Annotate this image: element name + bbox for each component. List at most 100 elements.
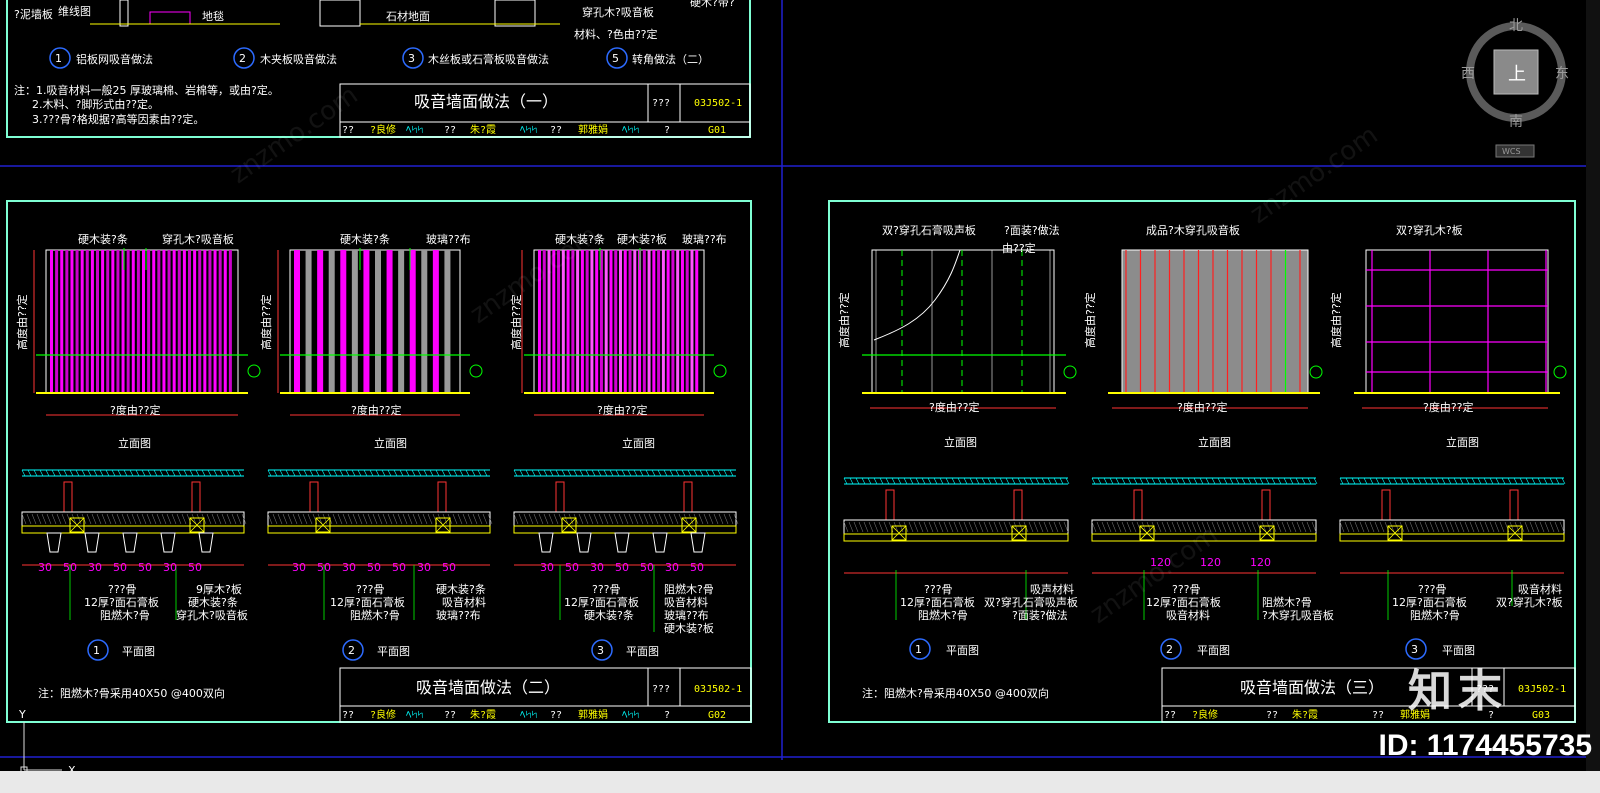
dimension-value: 120 [1150, 556, 1171, 569]
dimension-value: 50 [113, 561, 127, 574]
viewcube-south[interactable]: 南 [1509, 114, 1523, 130]
dimension-value: 120 [1250, 556, 1271, 569]
wall-strip [126, 250, 130, 393]
wall-strip [628, 250, 632, 393]
wall-strip [162, 250, 166, 393]
svg-text:转角做法（二）: 转角做法（二） [632, 52, 709, 66]
svg-text:木丝板或石膏板吸音做法: 木丝板或石膏板吸音做法 [428, 52, 549, 66]
svg-text:?良修: ?良修 [370, 123, 396, 136]
svg-text:硬木装?条: 硬木装?条 [584, 608, 634, 622]
label-top-2: 地毯 [202, 9, 224, 23]
board-layer [1339, 533, 1565, 542]
wall-strip [571, 250, 575, 393]
elev-label: 硬木装?板 [617, 232, 667, 246]
detail-callout: 5 转角做法（二） [606, 47, 709, 69]
svg-text:2: 2 [239, 52, 246, 65]
sheet-title: 吸音墙面做法（一） [414, 92, 558, 111]
wall-strip [208, 250, 212, 393]
svg-text:??: ?? [444, 710, 456, 721]
wall-strip [547, 250, 551, 393]
wall-strip [317, 250, 324, 393]
viewcube-west[interactable]: 西 [1461, 66, 1475, 82]
dimension-value: 30 [665, 561, 679, 574]
wall-strip [142, 250, 145, 393]
elev-label: ?面装?做法 [1004, 223, 1060, 237]
svg-text:ﾍ৸৸: ﾍ৸৸ [406, 708, 423, 721]
svg-text:?良修: ?良修 [1192, 708, 1218, 721]
svg-text:?良修: ?良修 [370, 708, 396, 721]
wall-strip [50, 250, 53, 393]
dimension-value: 50 [317, 561, 331, 574]
svg-text:铝板网吸音做法: 铝板网吸音做法 [76, 52, 153, 66]
height-label: 高度由??定 [1329, 292, 1343, 348]
sheet-title: 吸音墙面做法（二） [416, 678, 560, 697]
wall-strip [213, 250, 217, 393]
level-mark [247, 364, 261, 378]
viewcube-top-face[interactable]: 上 [1508, 64, 1526, 85]
wall-strip [590, 250, 594, 393]
elev-label: 硬木装?条 [78, 232, 128, 246]
wood-fin [84, 532, 100, 553]
height-label: 高度由??定 [15, 294, 29, 350]
wall-strip [604, 250, 608, 393]
viewcube-east[interactable]: 东 [1555, 66, 1569, 82]
svg-text:??: ?? [444, 125, 456, 136]
wall-strip [444, 250, 451, 393]
svg-text:Y: Y [18, 708, 26, 721]
svg-text:平面图: 平面图 [122, 645, 155, 658]
viewcube-north[interactable]: 北 [1509, 18, 1523, 34]
elevation-caption: 立面图 [622, 436, 655, 450]
elevation-caption: 立面图 [118, 436, 151, 450]
sheet-number: G01 [708, 125, 726, 136]
board-layer [513, 525, 737, 534]
label-top-5: 材料、?色由??定 [574, 27, 658, 41]
dimension-value: 30 [38, 561, 52, 574]
svg-text:硬木装?板: 硬木装?板 [664, 621, 714, 635]
svg-text:???骨: ???骨 [1418, 583, 1447, 596]
svg-text:?: ? [664, 125, 670, 136]
detail-callout: 2 木夹板吸音做法 [233, 47, 337, 69]
sheet-g03: 120 120 120 双?穿孔石膏吸声板 ?面装?做法 由??定 成品?木穿孔吸音… [828, 200, 1576, 723]
dimension-value: 50 [615, 561, 629, 574]
svg-text:平面图: 平面图 [377, 645, 410, 658]
wall-strip [661, 250, 665, 393]
svg-text:平面图: 平面图 [1197, 644, 1230, 657]
svg-text:???: ??? [652, 684, 670, 695]
elev-label: 成品?木穿孔吸音板 [1146, 223, 1240, 237]
wall-strip [432, 250, 439, 393]
viewcube[interactable]: 上 北 南 西 东 WCS [1461, 18, 1569, 158]
svg-text:吸音材料: 吸音材料 [1518, 582, 1562, 596]
steel-stud [309, 481, 319, 513]
detail-callout: 3 木丝板或石膏板吸音做法 [402, 47, 549, 69]
wood-fin [614, 532, 630, 553]
svg-text:平面图: 平面图 [946, 644, 979, 657]
dimension-value: 30 [342, 561, 356, 574]
sheet-title: 吸音墙面做法（三） [1240, 678, 1384, 697]
svg-text:1: 1 [55, 52, 62, 65]
brand-logo: 知末 [1408, 666, 1508, 717]
steel-stud [885, 489, 895, 521]
dimension-value: 50 [188, 561, 202, 574]
dimension-value: 50 [565, 561, 579, 574]
wall-strip [147, 250, 151, 393]
title-block: 吸音墙面做法（一） ??? 03J502-1 ?? ?良修 ?? 朱?霞 ?? … [339, 83, 751, 138]
steel-stud [1133, 489, 1143, 521]
elev-label: 硬木装?条 [340, 232, 390, 246]
svg-text:???骨: ???骨 [1172, 583, 1201, 596]
cad-drawing-canvas[interactable]: ?泥墙板 维线图 地毯 石材地面 穿孔木?吸音板 材料、?色由??定 硬木?带?… [0, 0, 1600, 793]
wall-strip [198, 250, 202, 393]
sheet-note: 注：阻燃木?骨采用40X50 @400双向 [38, 686, 225, 700]
elevation-caption: 立面图 [1198, 435, 1231, 449]
vertical-scrollbar[interactable] [1586, 0, 1600, 771]
title-block: 吸音墙面做法（三） ??? 03J502-1 ?? ?良修 ?? 朱?霞 ?? … [1161, 667, 1576, 723]
wall-strip [228, 250, 232, 393]
wcs-menu[interactable]: WCS [1502, 147, 1521, 156]
elev-label: 玻璃??布 [682, 232, 727, 246]
wood-fin [122, 532, 138, 553]
panel [1121, 249, 1309, 394]
svg-text:ﾍ৸৸: ﾍ৸৸ [406, 123, 423, 136]
wood-fin [652, 532, 668, 553]
detail-callout: 1 铝板网吸音做法 [49, 47, 153, 69]
wall-strip [106, 250, 110, 393]
dimension-value: 30 [540, 561, 554, 574]
